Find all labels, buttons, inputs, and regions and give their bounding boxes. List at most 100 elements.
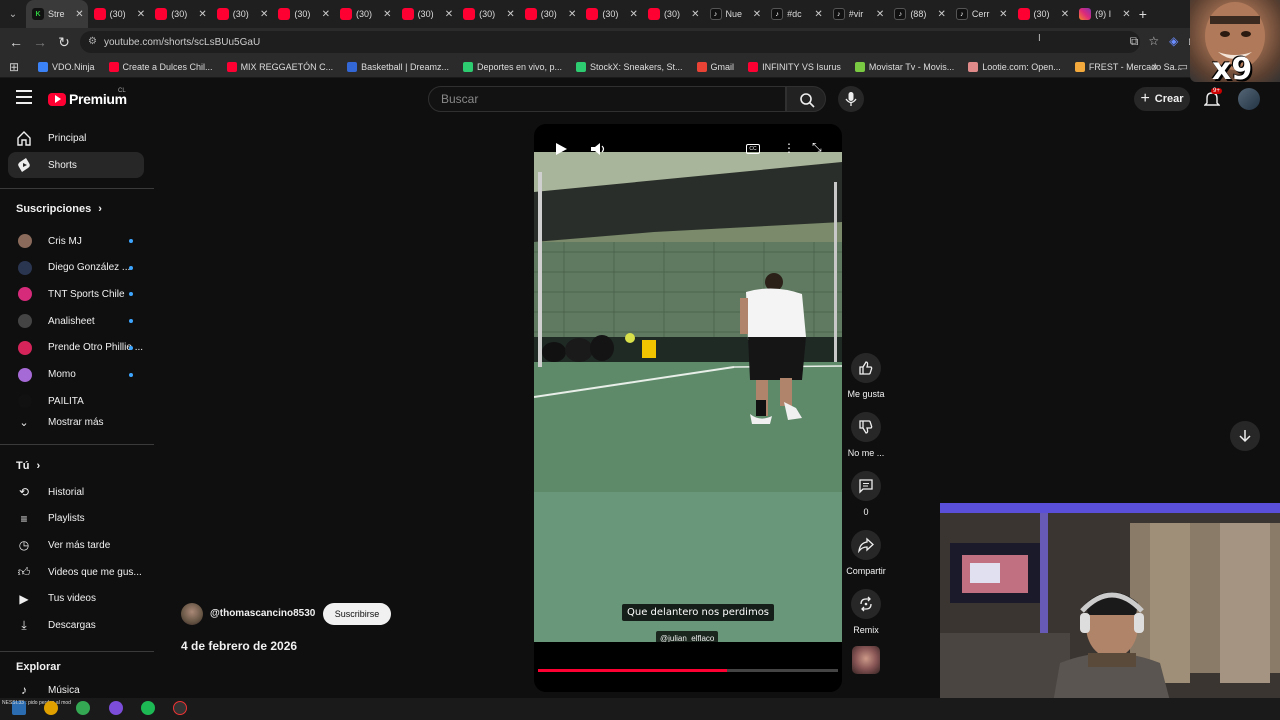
search-button[interactable]: [786, 86, 826, 112]
browser-tab[interactable]: (30) ✕: [149, 0, 211, 28]
bookmark-item[interactable]: Lootie.com: Open...: [968, 61, 1061, 72]
close-icon[interactable]: ✕: [383, 9, 391, 20]
dislike-button[interactable]: No me ...: [846, 412, 886, 458]
sidebar-item[interactable]: ≡ Playlists: [8, 506, 144, 532]
close-icon[interactable]: ✕: [999, 9, 1007, 20]
browser-tab[interactable]: ♪ #dc ✕: [765, 0, 827, 28]
sidebar-item[interactable]: ▶ Tus videos: [8, 586, 144, 612]
video-progress-bar[interactable]: [538, 669, 838, 672]
browser-tab[interactable]: (30) ✕: [88, 0, 150, 28]
sidebar-item[interactable]: 👍︎ Videos que me gus...: [8, 559, 144, 585]
tab-search-icon[interactable]: ⌄: [0, 9, 26, 20]
subscription-item[interactable]: Momo: [8, 362, 144, 388]
site-info-icon[interactable]: ⚙: [88, 36, 97, 47]
closed-captions-icon[interactable]: CC: [746, 144, 760, 154]
obs-icon[interactable]: [173, 701, 187, 715]
show-more-button[interactable]: ⌄ Mostrar más: [8, 409, 144, 435]
channel-handle[interactable]: @thomascancino8530: [210, 608, 315, 619]
more-options-icon[interactable]: ⋮: [783, 141, 795, 155]
subscribe-button[interactable]: Suscribirse: [323, 603, 391, 625]
close-icon[interactable]: ✕: [691, 9, 699, 20]
youtube-premium-logo[interactable]: Premium CL: [48, 88, 127, 107]
spotify-icon[interactable]: [141, 701, 155, 715]
browser-tab[interactable]: (9) I ✕: [1073, 0, 1135, 28]
next-video-button[interactable]: [1230, 421, 1260, 451]
video-mention-tag[interactable]: @julian_elflaco: [656, 631, 719, 642]
close-icon[interactable]: ✕: [938, 9, 946, 20]
bookmark-item[interactable]: Deportes en vivo, p...: [462, 61, 562, 72]
browser-tab[interactable]: (30) ✕: [642, 0, 704, 28]
new-tab-button[interactable]: +: [1139, 6, 1147, 22]
remix-button[interactable]: Remix: [846, 589, 886, 635]
create-button[interactable]: + Crear: [1134, 87, 1190, 111]
close-icon[interactable]: ✕: [568, 9, 576, 20]
bookmark-item[interactable]: Gmail: [696, 61, 734, 72]
bookmark-item[interactable]: Movistar Tv - Movis...: [854, 61, 954, 72]
browser-tab[interactable]: (30) ✕: [272, 0, 334, 28]
subscription-item[interactable]: Cris MJ: [8, 228, 144, 254]
bookmark-item[interactable]: MIX REGGAETÓN C...: [226, 61, 333, 72]
close-icon[interactable]: ✕: [75, 9, 83, 20]
back-icon[interactable]: ←: [4, 34, 28, 50]
close-icon[interactable]: ✕: [198, 9, 206, 20]
browser-tab[interactable]: (30) ✕: [457, 0, 519, 28]
browser-tab[interactable]: (30) ✕: [519, 0, 581, 28]
browser-tab[interactable]: ♪ Nue ✕: [704, 0, 766, 28]
reload-icon[interactable]: ↻: [52, 34, 76, 51]
bookmark-item[interactable]: Basketball | Dreamz...: [347, 61, 449, 72]
close-icon[interactable]: ✕: [260, 9, 268, 20]
sidebar-item[interactable]: ⟲ Historial: [8, 479, 144, 505]
audio-source-avatar[interactable]: [852, 646, 880, 674]
volume-icon[interactable]: [590, 142, 606, 156]
menu-icon[interactable]: [16, 90, 32, 104]
like-button[interactable]: Me gusta: [846, 353, 886, 399]
browser-tab[interactable]: K Stre ✕: [26, 0, 88, 28]
shorts-video-player[interactable]: Que delantero nos perdimos @julian_elfla…: [534, 124, 842, 692]
bookmark-item[interactable]: StockX: Sneakers, St...: [576, 61, 683, 72]
account-avatar[interactable]: [1238, 88, 1260, 110]
share-button[interactable]: Compartir: [846, 530, 886, 576]
fullscreen-icon[interactable]: ⤡: [812, 140, 822, 155]
voice-search-button[interactable]: [838, 86, 864, 112]
bookmarks-folder-icon[interactable]: ▭: [1178, 60, 1188, 73]
close-icon[interactable]: ✕: [322, 9, 330, 20]
subscription-item[interactable]: TNT Sports Chile: [8, 281, 144, 307]
bookmark-item[interactable]: VDO.Ninja: [38, 61, 95, 72]
close-icon[interactable]: ✕: [1061, 9, 1069, 20]
subscriptions-heading[interactable]: Suscripciones ›: [16, 203, 102, 215]
close-icon[interactable]: ✕: [137, 9, 145, 20]
forward-icon[interactable]: →: [28, 34, 52, 50]
browser-tab[interactable]: ♪ (88) ✕: [888, 0, 950, 28]
close-icon[interactable]: ✕: [506, 9, 514, 20]
sidebar-item-shorts[interactable]: Shorts: [8, 152, 144, 178]
apps-grid-icon[interactable]: ⊞: [2, 60, 26, 74]
bookmark-item[interactable]: Create a Dulces Chil...: [108, 61, 213, 72]
close-icon[interactable]: ✕: [1122, 9, 1130, 20]
browser-tab[interactable]: ♪ #vir ✕: [827, 0, 889, 28]
extension-icon[interactable]: ◈: [1169, 34, 1178, 49]
browser-tab[interactable]: (30) ✕: [334, 0, 396, 28]
bookmark-item[interactable]: INFINITY VS Isurus: [748, 61, 841, 72]
close-icon[interactable]: ✕: [753, 9, 761, 20]
close-icon[interactable]: ✕: [876, 9, 884, 20]
sidebar-item[interactable]: ◷ Ver más tarde: [8, 532, 144, 558]
close-icon[interactable]: ✕: [630, 9, 638, 20]
browser-tab[interactable]: (30) ✕: [1012, 0, 1074, 28]
channel-avatar[interactable]: [181, 603, 203, 625]
discord-icon[interactable]: [109, 701, 123, 715]
browser-tab[interactable]: (30) ✕: [211, 0, 273, 28]
bookmark-star-icon[interactable]: ☆: [1148, 34, 1159, 49]
close-icon[interactable]: ✕: [814, 9, 822, 20]
search-input[interactable]: Buscar: [428, 86, 786, 112]
comments-button[interactable]: 0: [846, 471, 886, 517]
subscription-item[interactable]: Diego González ...: [8, 255, 144, 281]
sidebar-item[interactable]: ⤓ Descargas: [8, 613, 144, 639]
sidebar-item-principal[interactable]: Principal: [8, 125, 144, 151]
chrome-icon[interactable]: [76, 701, 90, 715]
you-heading[interactable]: Tú ›: [16, 460, 40, 472]
folder-icon[interactable]: [44, 701, 58, 715]
browser-tab[interactable]: (30) ✕: [580, 0, 642, 28]
browser-tab[interactable]: ♪ Cerr ✕: [950, 0, 1012, 28]
subscription-item[interactable]: Prende Otro Phillie ...: [8, 335, 144, 361]
play-icon[interactable]: [554, 142, 568, 156]
